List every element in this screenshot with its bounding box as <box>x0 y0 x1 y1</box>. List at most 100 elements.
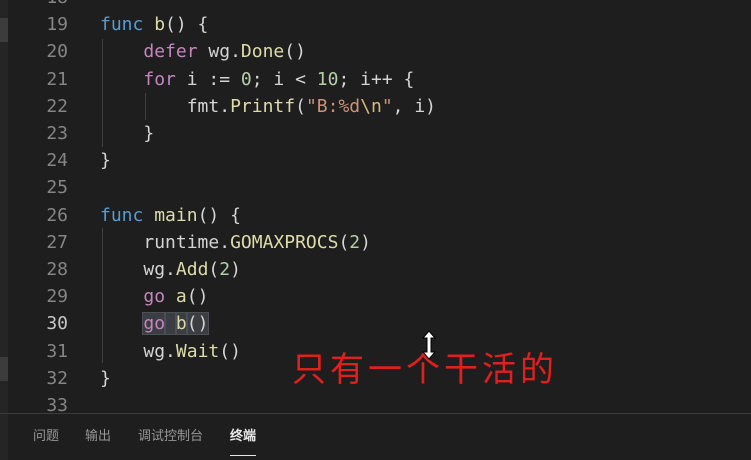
code-token: ( <box>338 231 350 253</box>
line-number: 26 <box>46 204 68 226</box>
code-token: . <box>165 340 176 362</box>
code-text[interactable]: fmt.Printf("B:%d\n", i) <box>100 93 436 120</box>
code-text[interactable]: } <box>100 120 154 147</box>
code-token: ; i < <box>251 68 317 90</box>
code-token: ( <box>295 95 306 117</box>
line-number: 18 <box>10 0 68 11</box>
indent-guide <box>102 39 103 147</box>
code-token: b <box>174 312 188 336</box>
code-token: } <box>100 150 111 172</box>
code-token: GOMAXPROCS <box>230 231 339 253</box>
code-token: go <box>143 286 166 308</box>
code-token: Done <box>240 41 285 63</box>
code-token: func <box>100 204 144 226</box>
code-line[interactable]: 26 func main() { <box>0 202 751 229</box>
code-token: func <box>100 14 144 36</box>
code-token: () { <box>197 204 241 226</box>
code-token: . <box>219 231 231 253</box>
code-token: a <box>175 286 187 308</box>
line-number: 20 <box>46 41 68 63</box>
panel-gutter <box>0 414 8 460</box>
code-token: () <box>186 286 209 308</box>
indent-guide <box>145 93 146 120</box>
code-token: , i) <box>392 95 437 117</box>
code-text[interactable]: func main() { <box>100 202 241 229</box>
code-token: () { <box>165 14 209 36</box>
code-line[interactable]: 30 go b() <box>0 310 751 337</box>
code-token: "B:%d <box>305 95 361 117</box>
code-line[interactable]: 33 <box>0 392 751 413</box>
code-token: . <box>165 259 176 280</box>
code-token: Add <box>175 259 209 280</box>
code-token: \n <box>360 95 382 117</box>
code-token: i := <box>175 68 241 90</box>
tab-problems[interactable]: 问题 <box>33 428 59 446</box>
code-token: () <box>185 312 210 336</box>
code-token: ( <box>208 259 220 280</box>
code-text[interactable]: } <box>100 365 111 392</box>
code-token: wg <box>208 41 231 63</box>
resize-vertical-icon <box>421 330 437 360</box>
tab-debug-console[interactable]: 调试控制台 <box>138 428 203 446</box>
code-token: ; i++ { <box>338 68 415 90</box>
code-text[interactable]: for i := 0; i < 10; i++ { <box>100 66 414 93</box>
code-token: ) <box>360 231 371 253</box>
code-token: Wait <box>175 340 220 362</box>
code-token: () <box>284 41 306 63</box>
code-text[interactable]: go a() <box>100 283 208 310</box>
code-token: 2 <box>219 259 231 280</box>
code-token: " <box>381 95 393 117</box>
code-token: b <box>154 14 166 36</box>
code-token: ) <box>230 259 241 280</box>
line-number: 33 <box>46 395 68 413</box>
code-line[interactable]: 29 go a() <box>0 283 751 310</box>
code-line[interactable]: 28 wg.Add(2) <box>0 256 751 283</box>
code-editor[interactable]: 1819func b() {20 defer wg.Done()21 for i… <box>0 0 751 413</box>
code-line[interactable]: 19 func b() { <box>0 11 751 38</box>
code-line[interactable]: 27 runtime.GOMAXPROCS(2) <box>0 229 751 256</box>
line-number: 25 <box>46 177 68 199</box>
code-token: () <box>219 340 241 362</box>
code-line[interactable]: 20 defer wg.Done() <box>0 38 751 65</box>
code-text[interactable]: } <box>100 147 111 174</box>
line-number: 24 <box>46 150 68 172</box>
line-number: 32 <box>46 367 68 389</box>
code-token: 0 <box>240 68 252 90</box>
code-token: Printf <box>230 95 296 117</box>
code-token: go <box>142 312 167 336</box>
code-token: defer <box>143 41 198 63</box>
code-text[interactable]: wg.Wait() <box>100 338 241 365</box>
code-text[interactable]: func b() { <box>100 11 208 38</box>
line-number: 28 <box>46 259 68 280</box>
code-token: fmt <box>186 95 220 117</box>
code-token: wg <box>143 259 166 280</box>
code-token: . <box>230 41 241 63</box>
code-token: main <box>154 204 198 226</box>
code-line[interactable]: 22 fmt.Printf("B:%d\n", i) <box>0 93 751 120</box>
tab-terminal[interactable]: 终端 <box>230 428 257 456</box>
code-line[interactable]: 18 <box>0 0 751 11</box>
code-text[interactable]: go b() <box>100 310 210 337</box>
tab-output[interactable]: 输出 <box>85 428 111 446</box>
code-line[interactable]: 23 } <box>0 120 751 147</box>
code-text[interactable]: runtime.GOMAXPROCS(2) <box>100 229 371 256</box>
code-line[interactable]: 24} <box>0 147 751 174</box>
line-number: 30 <box>46 313 68 335</box>
code-token: 2 <box>349 231 361 253</box>
code-text[interactable]: defer wg.Done() <box>100 38 306 65</box>
code-text[interactable]: wg.Add(2) <box>100 256 241 283</box>
code-token <box>164 312 177 336</box>
code-line[interactable]: 25 <box>0 174 751 201</box>
line-number: 21 <box>46 68 68 90</box>
code-token: runtime <box>143 231 220 253</box>
line-number: 22 <box>46 95 68 117</box>
indent-guide <box>102 228 103 363</box>
code-line[interactable]: 21 for i := 0; i < 10; i++ { <box>0 66 751 93</box>
